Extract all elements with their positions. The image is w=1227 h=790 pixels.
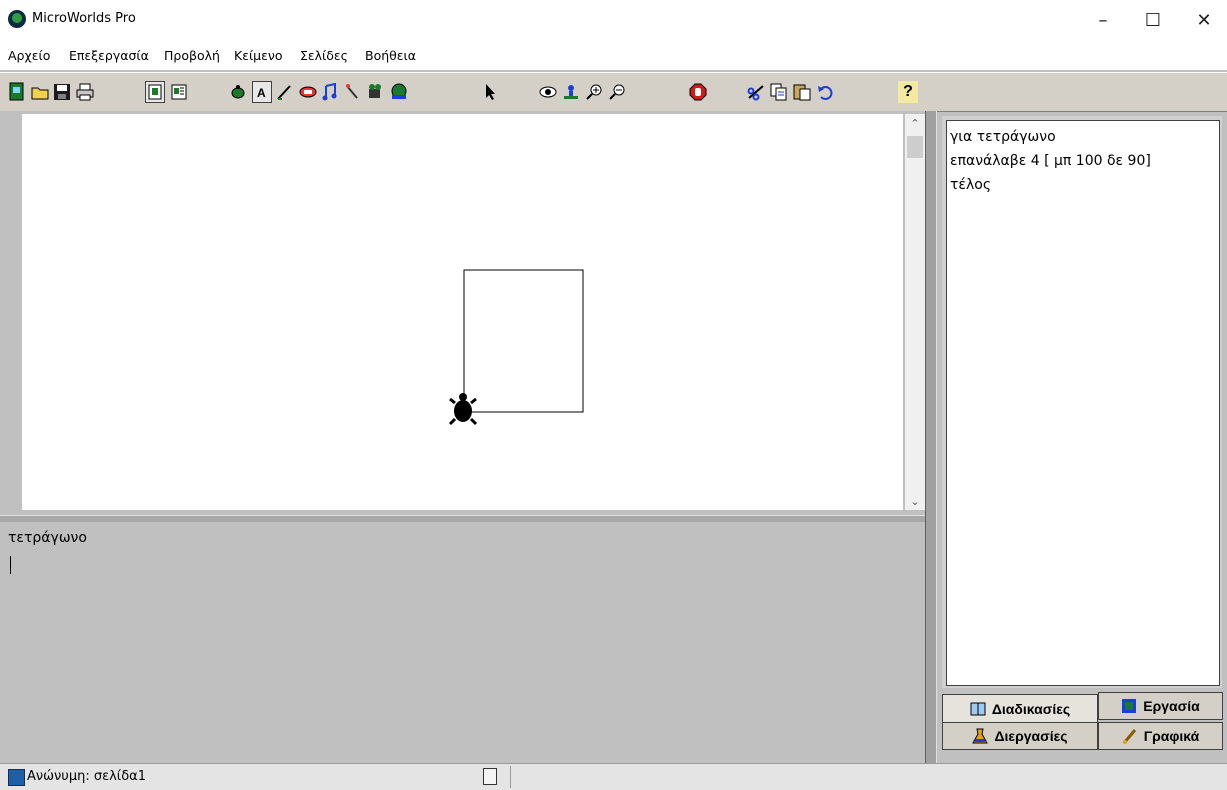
page-area: ⌃ ⌄: [0, 111, 925, 515]
text-caret: [10, 556, 11, 574]
drawn-square: [463, 269, 584, 413]
processes-icon: [972, 728, 989, 744]
procedure-line: για τετράγωνο: [950, 129, 1056, 145]
paste-icon[interactable]: [792, 81, 812, 103]
menu-view[interactable]: Προβολή: [164, 48, 220, 63]
video-icon[interactable]: [366, 81, 386, 103]
side-panel-divider[interactable]: [925, 111, 937, 763]
melody-icon[interactable]: [320, 81, 340, 103]
document-icon[interactable]: [483, 768, 497, 785]
tab-graphics-label: Γραφικά: [1143, 728, 1200, 744]
command-text: τετράγωνο: [8, 530, 87, 546]
cut-icon[interactable]: [746, 81, 766, 103]
status-separator: [510, 766, 511, 788]
undo-icon[interactable]: [815, 81, 835, 103]
page-view-icon[interactable]: [145, 81, 165, 103]
tab-strip: Διαδικασίες Εργασία Διεργασίες Γραφικά: [942, 690, 1227, 762]
sound-icon[interactable]: [343, 81, 363, 103]
menu-edit[interactable]: Επεξεργασία: [69, 48, 149, 63]
command-center[interactable]: τετράγωνο: [0, 522, 925, 762]
open-folder-icon[interactable]: [30, 81, 50, 103]
canvas-scrollbar[interactable]: ⌃ ⌄: [905, 114, 925, 510]
status-bar: Ανώνυμη: σελίδα1: [0, 763, 1227, 790]
graphics-brush-icon: [1122, 729, 1136, 744]
drawing-canvas[interactable]: [22, 114, 903, 510]
slider-icon[interactable]: [389, 81, 409, 103]
svg-text:A: A: [257, 86, 266, 99]
zoom-in-icon[interactable]: [584, 81, 604, 103]
save-icon[interactable]: [52, 81, 72, 103]
procedures-view-icon[interactable]: [169, 81, 189, 103]
zoom-out-icon[interactable]: [607, 81, 627, 103]
stamp-icon[interactable]: [561, 81, 581, 103]
procedures-book-icon: [970, 702, 986, 715]
title-bar: MicroWorlds Pro – ☐ ✕: [0, 0, 1227, 40]
tab-project-label: Εργασία: [1143, 698, 1200, 714]
scroll-up-icon[interactable]: ⌃: [905, 114, 925, 132]
text-box-icon[interactable]: A: [252, 81, 272, 103]
procedure-line: τέλος: [950, 177, 992, 193]
scroll-down-icon[interactable]: ⌄: [905, 492, 925, 510]
microworlds-app-icon: [8, 10, 26, 28]
turtle-graphics: [448, 269, 584, 426]
copy-icon[interactable]: [769, 81, 789, 103]
print-icon[interactable]: [75, 81, 95, 103]
toolbar: A ?: [0, 72, 1227, 112]
window-title: MicroWorlds Pro: [32, 11, 136, 26]
maximize-button[interactable]: ☐: [1130, 5, 1176, 35]
menu-help[interactable]: Βοήθεια: [365, 48, 416, 63]
tab-procedures-label: Διαδικασίες: [991, 700, 1071, 717]
close-button[interactable]: ✕: [1181, 5, 1227, 35]
paint-brush-icon[interactable]: [275, 81, 295, 103]
tab-processes[interactable]: Διεργασίες: [942, 722, 1098, 750]
tab-project[interactable]: Εργασία: [1098, 692, 1223, 720]
procedures-panel: για τετράγωνο επανάλαβε 4 [ μπ 100 δε 90…: [942, 116, 1222, 688]
tab-procedures[interactable]: Διαδικασίες: [942, 694, 1098, 722]
stop-icon[interactable]: [688, 81, 708, 103]
status-page-name: Ανώνυμη: σελίδα1: [27, 769, 146, 784]
tab-graphics[interactable]: Γραφικά: [1098, 722, 1223, 750]
page-icon: [8, 769, 25, 786]
menu-text[interactable]: Κείμενο: [234, 48, 283, 63]
scroll-thumb[interactable]: [907, 136, 923, 158]
button-tool-icon[interactable]: [298, 81, 318, 103]
turtle-icon[interactable]: [448, 393, 478, 426]
procedure-line: επανάλαβε 4 [ μπ 100 δε 90]: [950, 153, 1151, 169]
tab-processes-label: Διεργασίες: [994, 728, 1068, 744]
project-icon: [1122, 699, 1137, 713]
menu-pages[interactable]: Σελίδες: [300, 48, 348, 63]
help-icon[interactable]: ?: [898, 81, 918, 103]
procedures-editor[interactable]: για τετράγωνο επανάλαβε 4 [ μπ 100 δε 90…: [946, 120, 1220, 686]
menu-file[interactable]: Αρχείο: [8, 48, 50, 63]
hatch-turtle-icon[interactable]: [228, 81, 248, 103]
menu-bar: Αρχείο Επεξεργασία Προβολή Κείμενο Σελίδ…: [0, 40, 1227, 70]
minimize-button[interactable]: –: [1080, 5, 1126, 35]
pointer-icon[interactable]: [480, 81, 500, 103]
eye-icon[interactable]: [538, 81, 558, 103]
new-page-icon[interactable]: [7, 81, 27, 103]
